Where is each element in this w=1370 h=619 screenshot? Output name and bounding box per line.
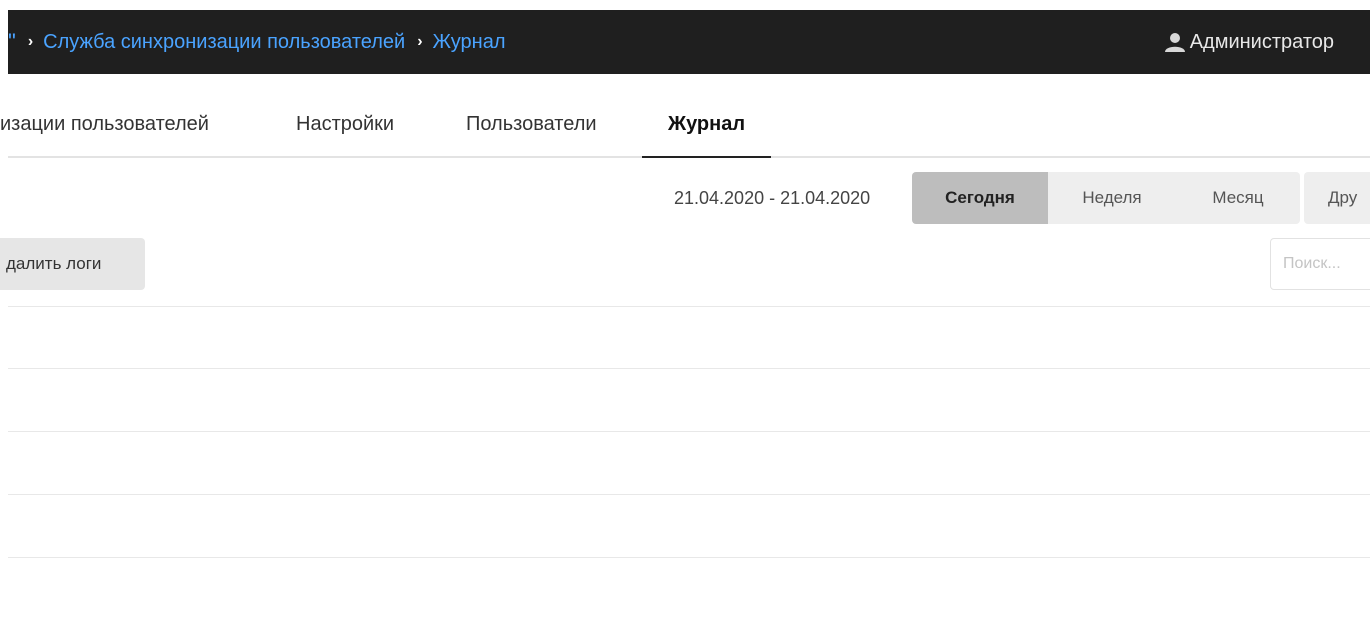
period-today-button[interactable]: Сегодня — [912, 172, 1048, 224]
tab-settings[interactable]: Настройки — [296, 92, 394, 156]
date-filter-row: 21.04.2020 - 21.04.2020 Сегодня Неделя М… — [0, 172, 1370, 224]
tab-bar: изации пользователей Настройки Пользоват… — [0, 92, 1370, 158]
tab-sync-service[interactable]: изации пользователей — [0, 92, 209, 156]
top-navigation-bar: " › Служба синхронизации пользователей ›… — [8, 10, 1370, 74]
breadcrumb-separator: › — [27, 33, 34, 50]
table-row-divider — [8, 494, 1370, 495]
breadcrumb-item-sync-service[interactable]: Служба синхронизации пользователей — [43, 31, 405, 54]
tab-users[interactable]: Пользователи — [466, 92, 597, 156]
period-other-button[interactable]: Дру — [1304, 172, 1370, 224]
app-window: " › Служба синхронизации пользователей ›… — [0, 0, 1370, 619]
period-week-button[interactable]: Неделя — [1048, 172, 1176, 224]
breadcrumb: " › Служба синхронизации пользователей ›… — [8, 10, 518, 74]
table-row-divider — [8, 306, 1370, 307]
tab-journal[interactable]: Журнал — [641, 92, 772, 158]
user-icon — [1164, 31, 1186, 53]
breadcrumb-separator: › — [417, 33, 423, 50]
user-menu[interactable]: Администратор — [1164, 10, 1334, 74]
breadcrumb-truncated-item[interactable]: " — [8, 29, 16, 55]
table-row-divider — [8, 557, 1370, 558]
table-row-divider — [8, 431, 1370, 432]
user-name: Администратор — [1189, 30, 1334, 53]
period-month-button[interactable]: Месяц — [1176, 172, 1300, 224]
table-row-divider — [8, 368, 1370, 369]
delete-logs-button[interactable]: далить логи — [0, 238, 145, 290]
date-range-picker[interactable]: 21.04.2020 - 21.04.2020 — [674, 172, 870, 224]
search-input[interactable] — [1270, 238, 1370, 290]
breadcrumb-item-journal[interactable]: Журнал — [433, 31, 506, 54]
